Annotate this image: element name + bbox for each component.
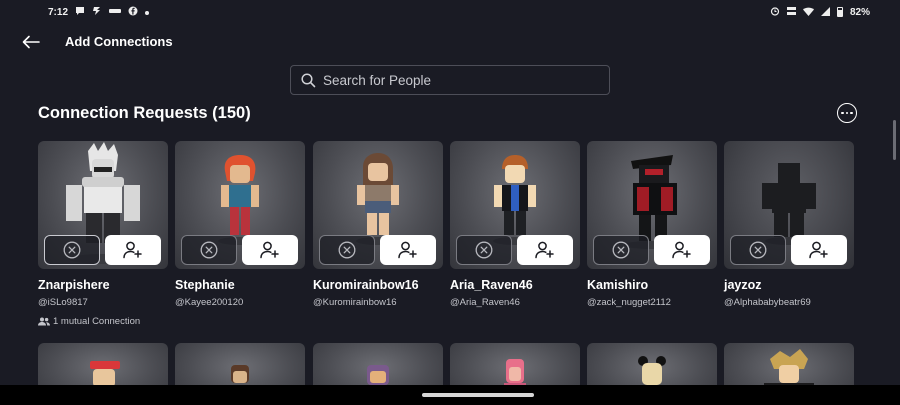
accept-button[interactable] xyxy=(380,235,436,265)
request-name[interactable]: Stephanie xyxy=(175,278,235,292)
more-dot xyxy=(850,111,853,115)
request-card: Aria_Raven46 @Aria_Raven46 xyxy=(450,141,580,308)
add-person-icon xyxy=(260,241,279,259)
avatar-thumbnail[interactable] xyxy=(587,141,717,269)
add-person-icon xyxy=(535,241,554,259)
status-bar: 7:12 82% xyxy=(0,0,900,24)
accept-button[interactable] xyxy=(242,235,298,265)
search-icon xyxy=(301,72,316,87)
alarm-icon xyxy=(770,6,780,18)
app-header: Add Connections xyxy=(0,28,900,56)
section-title: Connection Requests (150) xyxy=(38,104,251,122)
arrow-left-icon xyxy=(22,35,40,49)
search-box[interactable] xyxy=(290,65,610,95)
request-name[interactable]: Kuromirainbow16 xyxy=(313,278,419,292)
mutual-connections: 1 mutual Connection xyxy=(38,316,140,327)
page-title: Add Connections xyxy=(65,34,173,49)
signal-icon xyxy=(820,6,830,18)
back-button[interactable] xyxy=(20,32,42,52)
request-card: jayzoz @Alphababybeatr69 xyxy=(724,141,854,308)
more-dot xyxy=(845,111,849,115)
avatar-thumbnail[interactable] xyxy=(38,141,168,269)
avatar-thumbnail[interactable] xyxy=(724,141,854,269)
add-person-icon xyxy=(809,241,828,259)
lte-icon xyxy=(786,6,796,18)
accept-button[interactable] xyxy=(105,235,161,265)
decline-button[interactable] xyxy=(319,235,375,265)
avatar-thumbnail[interactable] xyxy=(313,141,443,269)
bolt-icon xyxy=(92,6,102,18)
decline-button[interactable] xyxy=(44,235,100,265)
chat-bubble-icon xyxy=(75,6,85,18)
request-handle: @zack_nugget2112 xyxy=(587,297,671,308)
battery-percent: 82% xyxy=(849,6,870,18)
request-card: Znarpishere @iSLo9817 1 mutual Connectio… xyxy=(38,141,168,327)
tbh-icon xyxy=(109,7,122,17)
request-handle: @Aria_Raven46 xyxy=(450,297,520,308)
add-person-icon xyxy=(672,241,691,259)
request-card: Stephanie @Kayee200120 xyxy=(175,141,305,308)
request-name[interactable]: Kamishiro xyxy=(587,278,648,292)
accept-button[interactable] xyxy=(517,235,573,265)
home-gesture-handle[interactable] xyxy=(422,393,534,397)
request-handle: @Kuromirainbow16 xyxy=(313,297,397,308)
request-card: Kamishiro @zack_nugget2112 xyxy=(587,141,717,308)
scrollbar-thumb[interactable] xyxy=(893,120,896,160)
mutual-text: 1 mutual Connection xyxy=(53,316,141,327)
facebook-icon xyxy=(128,6,138,18)
wifi-icon xyxy=(802,7,814,18)
status-left: 7:12 xyxy=(48,6,150,18)
avatar-thumbnail[interactable] xyxy=(175,141,305,269)
close-circle-icon xyxy=(63,241,81,259)
avatar-thumbnail[interactable] xyxy=(450,141,580,269)
status-right: 82% xyxy=(770,6,870,18)
battery-icon xyxy=(836,7,843,17)
request-name[interactable]: Aria_Raven46 xyxy=(450,278,533,292)
request-handle: @Kayee200120 xyxy=(175,297,244,308)
request-handle: @iSLo9817 xyxy=(38,297,88,308)
add-person-icon xyxy=(398,241,417,259)
accept-button[interactable] xyxy=(791,235,847,265)
status-time: 7:12 xyxy=(48,6,69,18)
close-circle-icon xyxy=(749,241,767,259)
dot-icon xyxy=(145,8,150,17)
request-name[interactable]: jayzoz xyxy=(724,278,762,292)
close-circle-icon xyxy=(612,241,630,259)
close-circle-icon xyxy=(200,241,218,259)
decline-button[interactable] xyxy=(730,235,786,265)
request-handle: @Alphababybeatr69 xyxy=(724,297,811,308)
more-dot xyxy=(841,111,844,115)
close-circle-icon xyxy=(338,241,356,259)
system-nav-bar xyxy=(0,385,900,405)
people-icon xyxy=(38,317,50,326)
decline-button[interactable] xyxy=(593,235,649,265)
search-input[interactable] xyxy=(323,72,593,88)
add-person-icon xyxy=(123,241,142,259)
close-circle-icon xyxy=(475,241,493,259)
request-name[interactable]: Znarpishere xyxy=(38,278,110,292)
accept-button[interactable] xyxy=(654,235,710,265)
request-card: Kuromirainbow16 @Kuromirainbow16 xyxy=(313,141,443,308)
decline-button[interactable] xyxy=(181,235,237,265)
more-options-button[interactable] xyxy=(837,103,857,123)
decline-button[interactable] xyxy=(456,235,512,265)
